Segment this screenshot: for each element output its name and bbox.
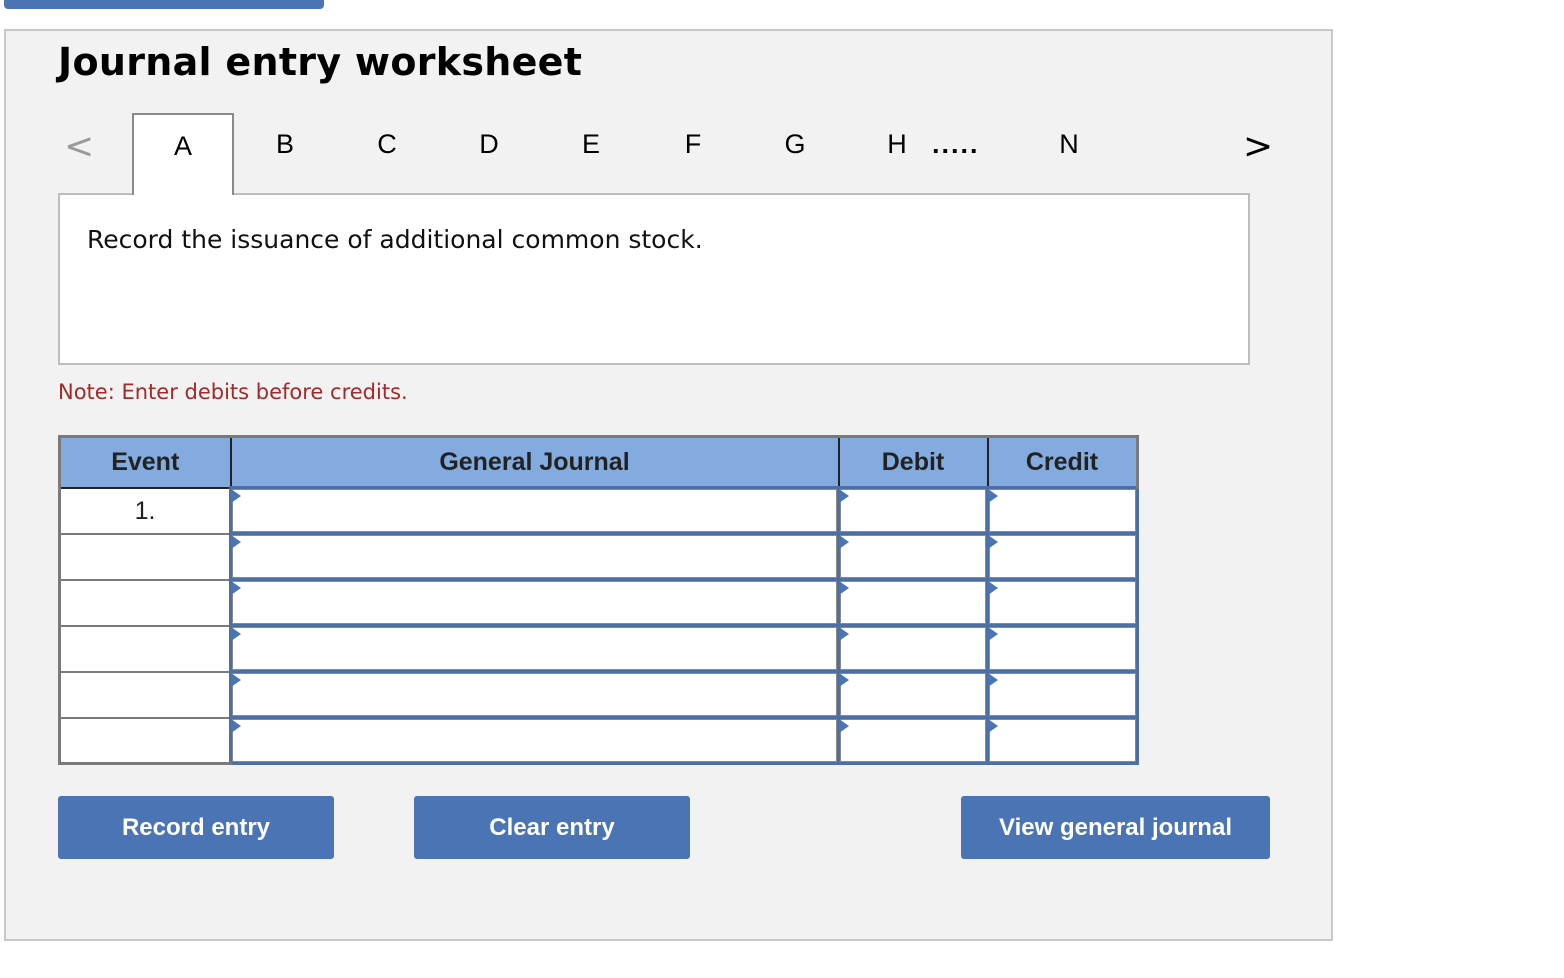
event-cell [58,670,232,719]
cell-marker-icon [231,719,241,733]
cell-marker-icon [839,627,849,641]
debit-input[interactable] [837,532,989,581]
table-row [58,624,1139,673]
debit-input[interactable] [837,716,989,765]
event-cell: 1. [58,486,232,535]
cell-marker-icon [839,673,849,687]
cell-marker-icon [839,489,849,503]
tab-b[interactable]: B [234,113,336,195]
tab-f[interactable]: F [642,113,744,195]
tab-ellipsis: ..... [932,129,980,159]
cell-marker-icon [839,581,849,595]
event-cell [58,624,232,673]
tab-n[interactable]: N [1018,113,1120,195]
credit-input[interactable] [986,716,1139,765]
general-journal-input[interactable] [229,486,840,535]
cell-marker-icon [988,719,998,733]
cell-marker-icon [839,535,849,549]
cell-marker-icon [988,581,998,595]
clear-entry-button[interactable]: Clear entry [414,796,690,859]
debit-input[interactable] [837,578,989,627]
credit-input[interactable] [986,670,1139,719]
cell-marker-icon [231,673,241,687]
description-box: Record the issuance of additional common… [58,193,1250,365]
debit-input[interactable] [837,486,989,535]
debit-input[interactable] [837,624,989,673]
record-entry-button[interactable]: Record entry [58,796,334,859]
cell-marker-icon [988,489,998,503]
note-text: Note: Enter debits before credits. [58,380,408,404]
description-text: Record the issuance of additional common… [87,225,703,254]
debit-input[interactable] [837,670,989,719]
chevron-left-icon[interactable]: < [64,127,94,167]
table-header-row: Event General Journal Debit Credit [58,435,1139,489]
credit-input[interactable] [986,532,1139,581]
table-row: 1. [58,486,1139,535]
header-event: Event [58,435,232,489]
tab-c[interactable]: C [336,113,438,195]
cell-marker-icon [231,581,241,595]
cell-marker-icon [988,627,998,641]
view-general-journal-button[interactable]: View general journal [961,796,1270,859]
event-cell [58,716,232,765]
tab-a[interactable]: A [132,113,234,195]
credit-input[interactable] [986,624,1139,673]
credit-input[interactable] [986,486,1139,535]
event-cell [58,532,232,581]
general-journal-input[interactable] [229,578,840,627]
tab-d[interactable]: D [438,113,540,195]
cell-marker-icon [839,719,849,733]
tab-g[interactable]: G [744,113,846,195]
table-row [58,532,1139,581]
tab-e[interactable]: E [540,113,642,195]
table-row [58,578,1139,627]
top-tab-bar[interactable] [4,0,324,9]
general-journal-input[interactable] [229,670,840,719]
general-journal-input[interactable] [229,716,840,765]
page-title: Journal entry worksheet [58,40,583,84]
header-debit: Debit [837,435,989,489]
journal-table: Event General Journal Debit Credit 1. [58,435,1139,765]
table-row [58,716,1139,765]
table-row [58,670,1139,719]
header-general-journal: General Journal [229,435,840,489]
cell-marker-icon [231,627,241,641]
cell-marker-icon [988,673,998,687]
cell-marker-icon [231,489,241,503]
chevron-right-icon[interactable]: > [1243,127,1273,167]
general-journal-input[interactable] [229,532,840,581]
cell-marker-icon [231,535,241,549]
event-cell [58,578,232,627]
header-credit: Credit [986,435,1139,489]
event-tabs: < A B C D E F G H ..... N > [58,113,1273,195]
credit-input[interactable] [986,578,1139,627]
general-journal-input[interactable] [229,624,840,673]
cell-marker-icon [988,535,998,549]
